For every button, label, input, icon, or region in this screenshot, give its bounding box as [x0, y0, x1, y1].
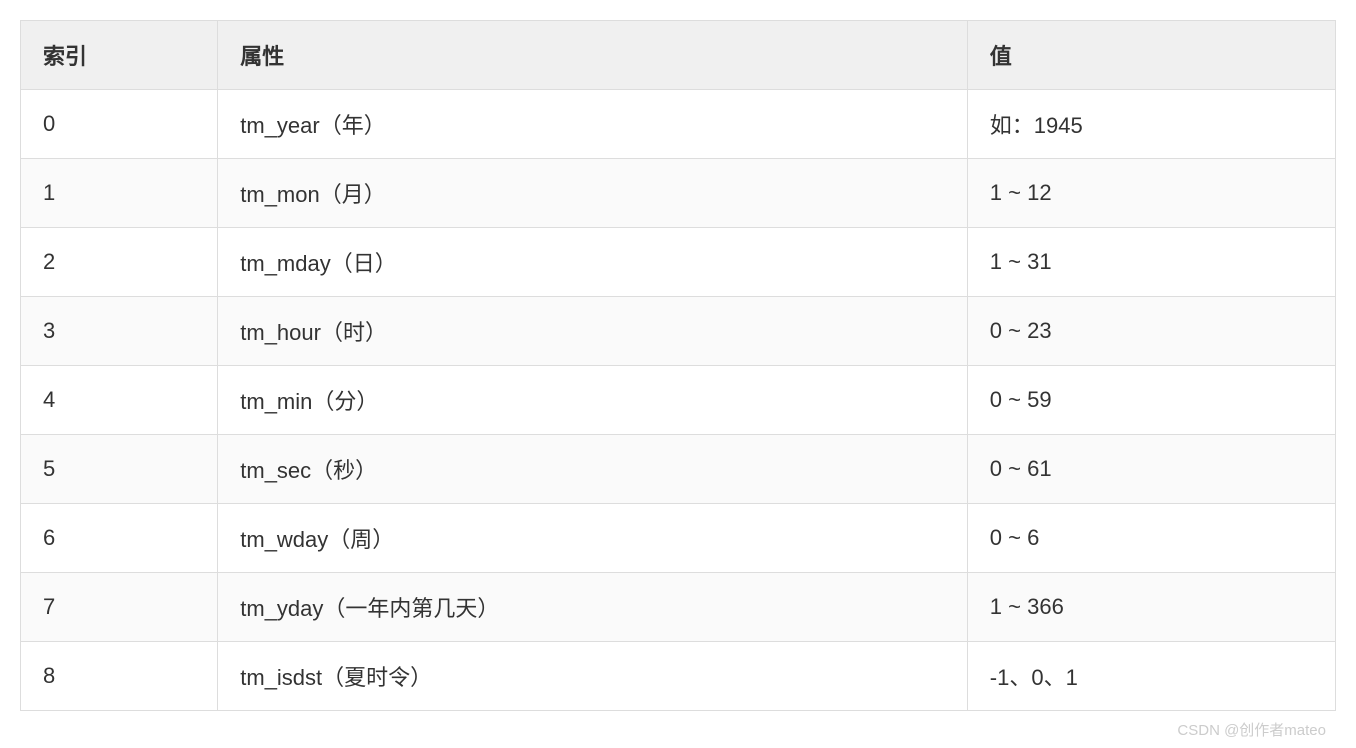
cell-index: 1: [21, 159, 218, 228]
cell-value: -1、0、1: [967, 642, 1335, 711]
cell-attribute: tm_mon（月）: [218, 159, 968, 228]
cell-index: 2: [21, 228, 218, 297]
cell-attribute: tm_year（年）: [218, 90, 968, 159]
cell-index: 8: [21, 642, 218, 711]
cell-value: 1 ~ 12: [967, 159, 1335, 228]
cell-value: 0 ~ 61: [967, 435, 1335, 504]
header-index: 索引: [21, 21, 218, 90]
cell-attribute: tm_hour（时）: [218, 297, 968, 366]
cell-value: 0 ~ 59: [967, 366, 1335, 435]
cell-value: 0 ~ 6: [967, 504, 1335, 573]
cell-index: 5: [21, 435, 218, 504]
cell-index: 4: [21, 366, 218, 435]
table-row: 8 tm_isdst（夏时令） -1、0、1: [21, 642, 1336, 711]
cell-attribute: tm_sec（秒）: [218, 435, 968, 504]
table-row: 2 tm_mday（日） 1 ~ 31: [21, 228, 1336, 297]
cell-value: 1 ~ 31: [967, 228, 1335, 297]
table-row: 1 tm_mon（月） 1 ~ 12: [21, 159, 1336, 228]
cell-attribute: tm_isdst（夏时令）: [218, 642, 968, 711]
cell-value: 0 ~ 23: [967, 297, 1335, 366]
time-struct-table: 索引 属性 值 0 tm_year（年） 如：1945 1 tm_mon（月） …: [20, 20, 1336, 711]
cell-attribute: tm_min（分）: [218, 366, 968, 435]
header-value: 值: [967, 21, 1335, 90]
table-row: 6 tm_wday（周） 0 ~ 6: [21, 504, 1336, 573]
cell-value: 1 ~ 366: [967, 573, 1335, 642]
table-row: 3 tm_hour（时） 0 ~ 23: [21, 297, 1336, 366]
cell-value: 如：1945: [967, 90, 1335, 159]
watermark-text: CSDN @创作者mateo: [1177, 719, 1326, 740]
table-row: 5 tm_sec（秒） 0 ~ 61: [21, 435, 1336, 504]
table-header-row: 索引 属性 值: [21, 21, 1336, 90]
table-row: 7 tm_yday（一年内第几天） 1 ~ 366: [21, 573, 1336, 642]
cell-index: 7: [21, 573, 218, 642]
table-row: 0 tm_year（年） 如：1945: [21, 90, 1336, 159]
cell-index: 6: [21, 504, 218, 573]
cell-attribute: tm_mday（日）: [218, 228, 968, 297]
header-attribute: 属性: [218, 21, 968, 90]
cell-attribute: tm_wday（周）: [218, 504, 968, 573]
cell-index: 0: [21, 90, 218, 159]
cell-attribute: tm_yday（一年内第几天）: [218, 573, 968, 642]
cell-index: 3: [21, 297, 218, 366]
table-row: 4 tm_min（分） 0 ~ 59: [21, 366, 1336, 435]
